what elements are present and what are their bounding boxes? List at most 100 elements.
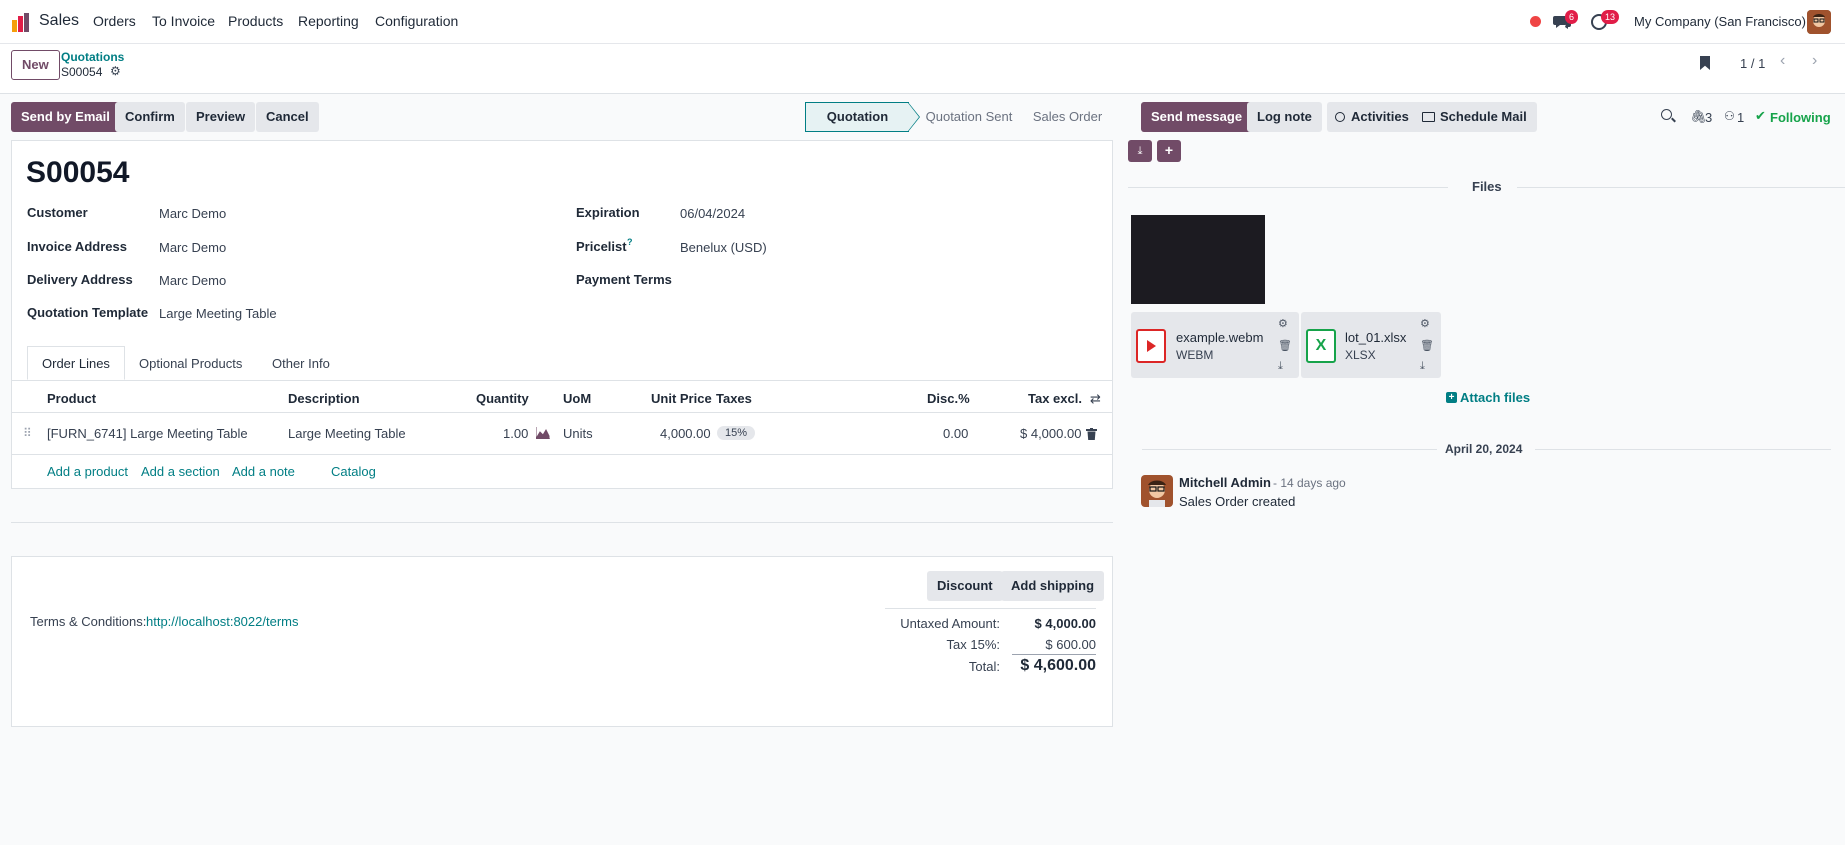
messages-count-badge: 6 [1565, 10, 1579, 24]
clock-icon [1335, 112, 1345, 122]
col-uom[interactable]: UoM [563, 391, 591, 406]
tax-tag[interactable]: 15% [717, 426, 756, 440]
pager-previous-icon[interactable]: ‹ [1780, 52, 1785, 70]
trash-icon[interactable]: 🗑 [1278, 339, 1292, 352]
new-button[interactable]: New [11, 50, 60, 80]
video-file-icon [1136, 329, 1166, 363]
plus-square-icon[interactable]: + [1446, 392, 1457, 403]
tab-optional-products[interactable]: Optional Products [124, 346, 257, 380]
col-discount[interactable]: Disc.% [927, 391, 970, 406]
confirm-button[interactable]: Confirm [115, 102, 185, 132]
download-icon[interactable]: ⤓ [1278, 360, 1283, 373]
col-quantity[interactable]: Quantity [476, 391, 529, 406]
menu-reporting[interactable]: Reporting [298, 13, 359, 29]
line-discount[interactable]: 0.00 [943, 426, 968, 441]
gear-icon[interactable]: ⚙ [1278, 317, 1288, 330]
file-name: example.webm [1176, 330, 1264, 345]
line-quantity[interactable]: 1.00 [503, 426, 528, 441]
status-sales-order[interactable]: Sales Order [1025, 102, 1110, 132]
spreadsheet-file-icon: X [1306, 329, 1336, 363]
discount-button[interactable]: Discount [927, 571, 1003, 601]
recording-indicator-icon[interactable] [1530, 16, 1541, 27]
followers-icon[interactable]: ⚇ [1724, 109, 1735, 123]
totals-top-divider [885, 608, 1096, 609]
col-taxes[interactable]: Taxes [716, 391, 752, 406]
image-attachment-thumbnail[interactable] [1131, 215, 1265, 304]
line-unit-price[interactable]: 4,000.00 [660, 426, 711, 441]
status-quotation-sent[interactable]: Quotation Sent [909, 102, 1029, 132]
files-divider-right [1517, 187, 1845, 188]
app-name[interactable]: Sales [39, 12, 79, 30]
log-note-button[interactable]: Log note [1247, 102, 1322, 132]
cancel-button[interactable]: Cancel [256, 102, 319, 132]
tax-value: $ 600.00 [1045, 637, 1096, 652]
file-card-webm[interactable]: example.webm WEBM ⚙ 🗑 ⤓ [1131, 312, 1299, 378]
drag-handle-icon[interactable]: ⠿ [23, 426, 32, 440]
menu-to-invoice[interactable]: To Invoice [152, 13, 215, 29]
attachments-count[interactable]: 3 [1705, 110, 1712, 125]
send-message-button[interactable]: Send message [1141, 102, 1253, 132]
line-description[interactable]: Large Meeting Table [288, 426, 406, 441]
schedule-mail-button[interactable]: Schedule Mail [1414, 102, 1537, 132]
expiration-field[interactable]: 06/04/2024 [680, 206, 745, 221]
col-unit-price[interactable]: Unit Price [651, 391, 712, 406]
optional-columns-icon[interactable]: ⇄ [1090, 391, 1101, 407]
total-label: Total: [968, 659, 1000, 674]
followers-count[interactable]: 1 [1737, 110, 1744, 125]
add-note-link[interactable]: Add a note [232, 464, 295, 479]
tab-other-info[interactable]: Other Info [257, 346, 345, 380]
col-product[interactable]: Product [47, 391, 96, 406]
payment-terms-label: Payment Terms [576, 272, 672, 287]
add-section-link[interactable]: Add a section [141, 464, 220, 479]
col-tax-excl[interactable]: Tax excl. [1028, 391, 1082, 406]
pager-next-icon[interactable]: › [1812, 52, 1817, 70]
menu-products[interactable]: Products [228, 13, 283, 29]
terms-link[interactable]: http://localhost:8022/terms [146, 614, 298, 629]
message-author[interactable]: Mitchell Admin [1179, 475, 1271, 490]
delete-line-icon[interactable] [1086, 428, 1097, 443]
catalog-link[interactable]: Catalog [331, 464, 376, 479]
pricelist-help-icon[interactable]: ? [627, 237, 633, 247]
envelope-icon [1422, 112, 1435, 122]
menu-orders[interactable]: Orders [93, 13, 136, 29]
company-switcher[interactable]: My Company (San Francisco) [1634, 14, 1806, 29]
customer-field[interactable]: Marc Demo [159, 206, 226, 221]
tab-order-lines[interactable]: Order Lines [27, 346, 125, 380]
col-description[interactable]: Description [288, 391, 360, 406]
breadcrumb-quotations[interactable]: Quotations [61, 50, 124, 64]
gear-icon[interactable]: ⚙ [110, 64, 121, 78]
user-avatar[interactable] [1807, 10, 1831, 34]
line-product[interactable]: [FURN_6741] Large Meeting Table [47, 426, 248, 441]
quotation-template-field[interactable]: Large Meeting Table [159, 306, 277, 321]
app-logo-icon[interactable] [11, 12, 31, 32]
avatar[interactable] [1141, 475, 1173, 507]
preview-button[interactable]: Preview [186, 102, 256, 132]
line-uom[interactable]: Units [563, 426, 593, 441]
pricelist-field[interactable]: Benelux (USD) [680, 240, 767, 255]
menu-configuration[interactable]: Configuration [375, 13, 458, 29]
add-product-link[interactable]: Add a product [47, 464, 128, 479]
following-button[interactable]: Following [1770, 110, 1831, 125]
untaxed-amount-label: Untaxed Amount: [900, 616, 1000, 631]
activities-button-label: Activities [1351, 109, 1409, 124]
gear-icon[interactable]: ⚙ [1420, 317, 1430, 330]
download-all-button[interactable]: ⤓ [1128, 140, 1152, 162]
forecast-chart-icon[interactable] [535, 427, 550, 442]
payment-terms-field[interactable] [680, 270, 1100, 290]
delivery-address-field[interactable]: Marc Demo [159, 273, 226, 288]
file-card-xlsx[interactable]: X lot_01.xlsx XLSX ⚙ 🗑 ⤓ [1301, 312, 1441, 378]
add-shipping-button[interactable]: Add shipping [1001, 571, 1105, 601]
message-time: - 14 days ago [1273, 476, 1346, 490]
status-quotation[interactable]: Quotation [805, 102, 909, 132]
quotation-template-label: Quotation Template [27, 305, 149, 320]
invoice-address-field[interactable]: Marc Demo [159, 240, 226, 255]
download-icon[interactable]: ⤓ [1420, 360, 1425, 373]
invoice-address-label: Invoice Address [27, 239, 127, 254]
bookmark-icon[interactable] [1700, 56, 1710, 70]
activities-button[interactable]: Activities [1327, 102, 1419, 132]
attach-files-link[interactable]: Attach files [1460, 390, 1530, 405]
pager-value[interactable]: 1 / 1 [1740, 56, 1765, 71]
add-attachment-button[interactable]: + [1157, 140, 1181, 162]
trash-icon[interactable]: 🗑 [1420, 339, 1434, 352]
send-by-email-button[interactable]: Send by Email [11, 102, 120, 132]
